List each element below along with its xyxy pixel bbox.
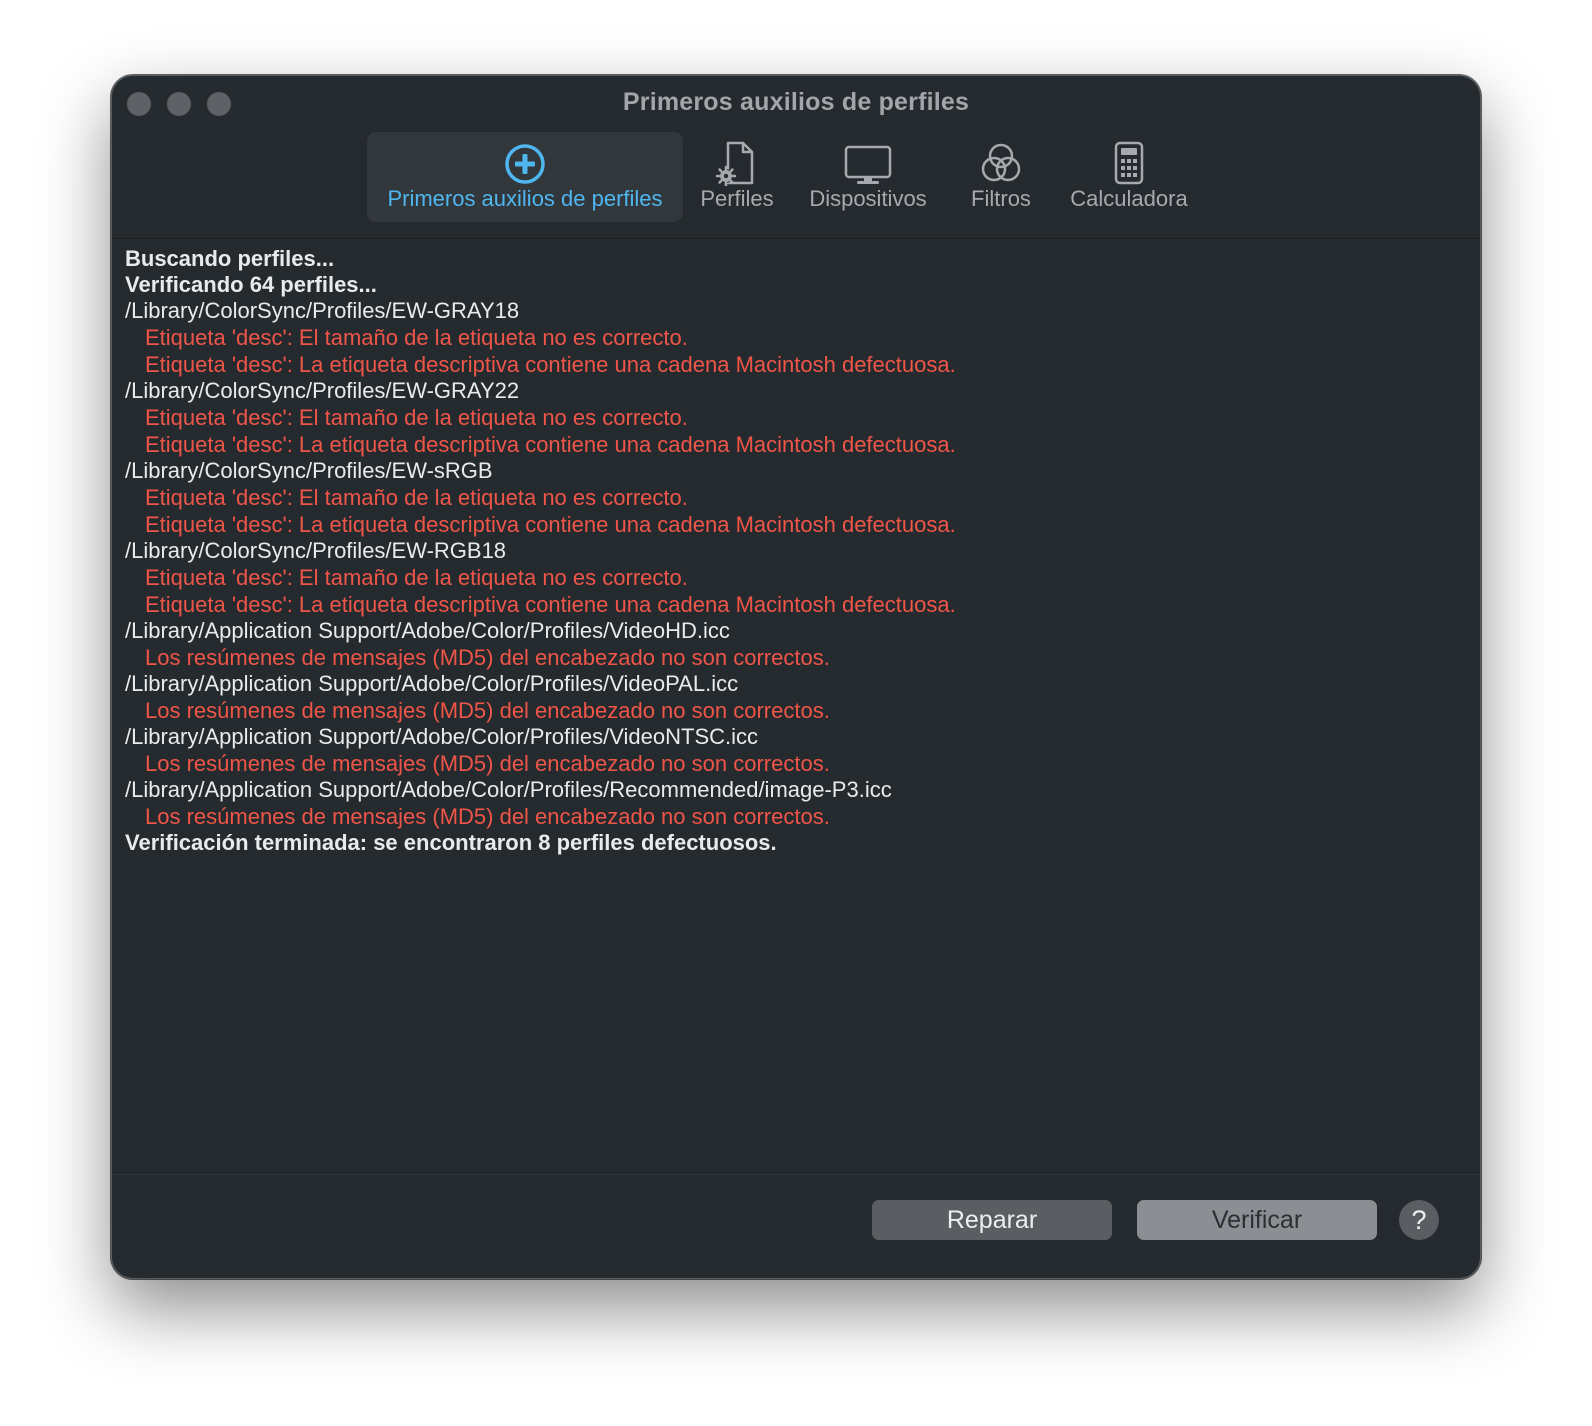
document-gear-icon (715, 141, 754, 186)
log-error: Etiqueta 'desc': La etiqueta descriptiva… (145, 592, 956, 617)
footer: Reparar Verificar ? (112, 1174, 1480, 1278)
verification-log: Buscando perfiles... Verificando 64 perf… (125, 246, 1460, 856)
log-profile-path: /Library/Application Support/Adobe/Color… (125, 724, 759, 749)
log-profile-path: /Library/Application Support/Adobe/Color… (125, 671, 739, 696)
log-verifying: Verificando 64 perfiles... (125, 272, 377, 297)
repair-button[interactable]: Reparar (872, 1200, 1112, 1240)
tab-filters[interactable]: Filtros (954, 132, 1048, 222)
tab-first-aid[interactable]: Primeros auxilios de perfiles (367, 132, 683, 222)
log-searching: Buscando perfiles... (125, 246, 335, 271)
toolbar: Primeros auxilios de perfiles Perfiles D… (112, 132, 1480, 222)
log-profile-path: /Library/ColorSync/Profiles/EW-GRAY22 (125, 378, 520, 403)
log-summary: Verificación terminada: se encontraron 8… (125, 830, 777, 855)
verify-button[interactable]: Verificar (1137, 1200, 1377, 1240)
plus-circle-icon (505, 144, 545, 184)
tab-profiles[interactable]: Perfiles (692, 132, 782, 222)
tab-label: Primeros auxilios de perfiles (387, 186, 663, 211)
log-profile-path: /Library/Application Support/Adobe/Color… (125, 618, 730, 643)
log-error: Etiqueta 'desc': El tamaño de la etiquet… (145, 405, 688, 430)
log-error: Etiqueta 'desc': La etiqueta descriptiva… (145, 352, 956, 377)
log-profile-path: /Library/ColorSync/Profiles/EW-RGB18 (125, 538, 507, 563)
log-error: Etiqueta 'desc': El tamaño de la etiquet… (145, 325, 688, 350)
log-error: Los resúmenes de mensajes (MD5) del enca… (145, 645, 830, 670)
tab-label: Perfiles (700, 186, 774, 211)
log-profile-path: /Library/Application Support/Adobe/Color… (125, 777, 892, 802)
window-title: Primeros auxilios de perfiles (622, 88, 970, 116)
log-profile-path: /Library/ColorSync/Profiles/EW-GRAY18 (125, 298, 520, 323)
tab-label: Filtros (971, 186, 1031, 211)
app-window: Primeros auxilios de perfiles Primeros a… (111, 75, 1481, 1279)
log-error: Los resúmenes de mensajes (MD5) del enca… (145, 804, 830, 829)
tab-label: Dispositivos (809, 186, 927, 211)
log-error: Los resúmenes de mensajes (MD5) del enca… (145, 751, 830, 776)
log-profile-path: /Library/ColorSync/Profiles/EW-sRGB (125, 458, 493, 483)
tab-calculator[interactable]: Calculadora (1057, 132, 1201, 222)
log-error: Etiqueta 'desc': La etiqueta descriptiva… (145, 432, 956, 457)
tab-label: Calculadora (1070, 186, 1188, 211)
display-icon (844, 145, 892, 184)
log-error: Etiqueta 'desc': El tamaño de la etiquet… (145, 565, 688, 590)
color-circles-icon (981, 143, 1021, 182)
calculator-icon (1114, 141, 1144, 185)
log-error: Etiqueta 'desc': La etiqueta descriptiva… (145, 512, 956, 537)
help-button[interactable]: ? (1399, 1200, 1439, 1240)
titlebar: Primeros auxilios de perfiles Primeros a… (112, 76, 1480, 239)
log-error: Los resúmenes de mensajes (MD5) del enca… (145, 698, 830, 723)
tab-devices[interactable]: Dispositivos (801, 132, 935, 222)
log-error: Etiqueta 'desc': El tamaño de la etiquet… (145, 485, 688, 510)
